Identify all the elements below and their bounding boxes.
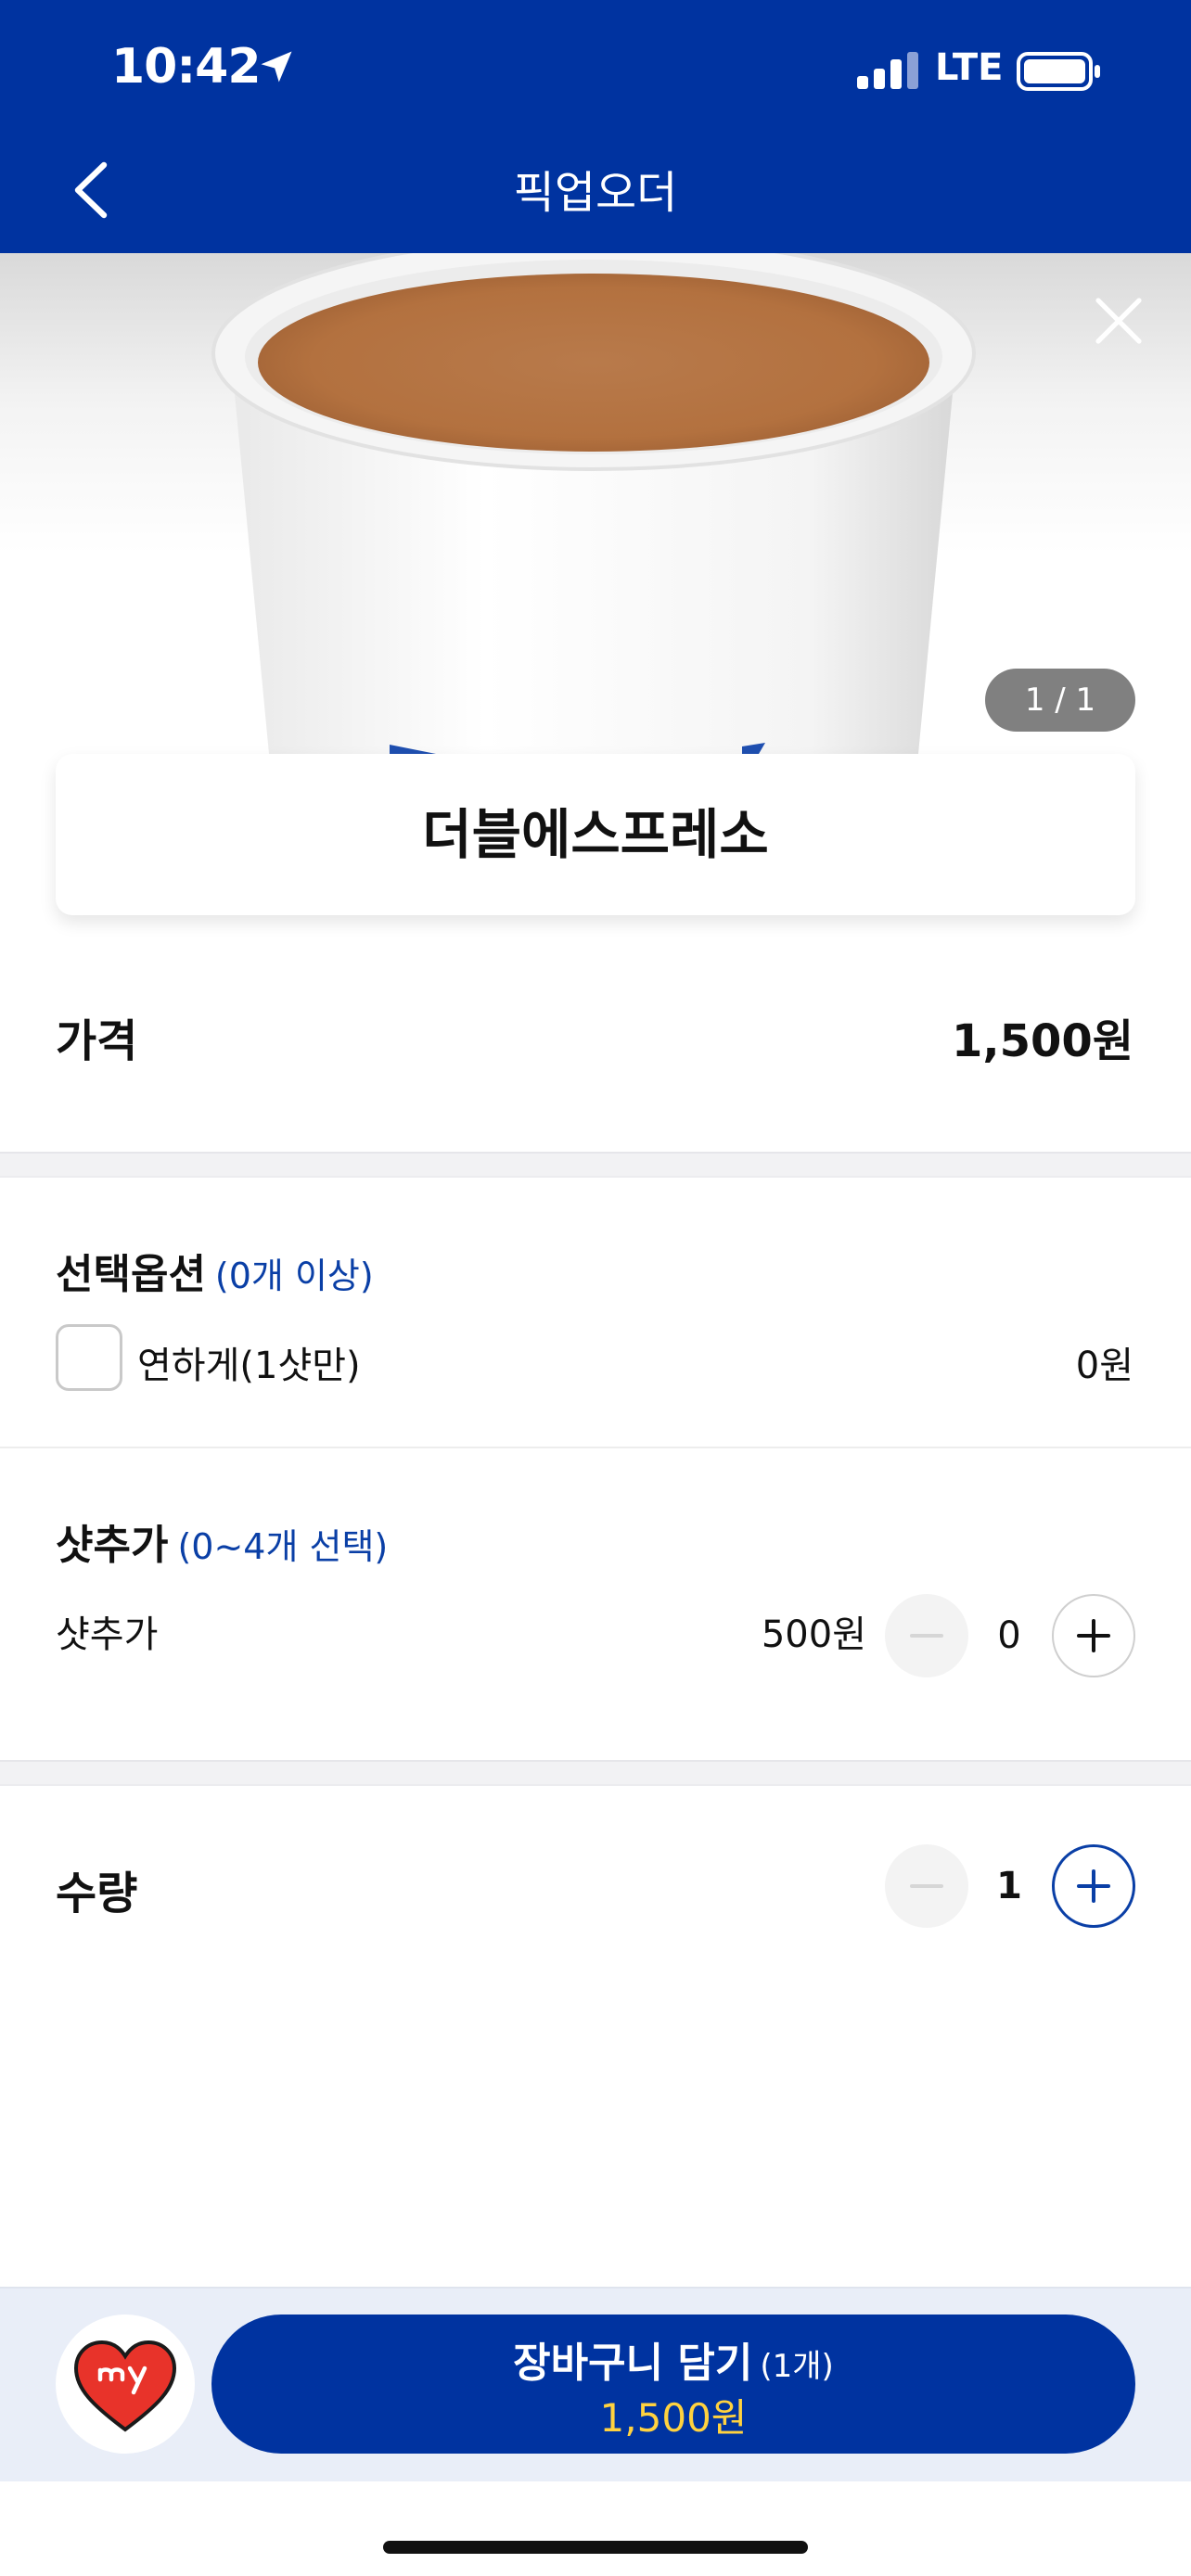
options-section-title: 선택옵션 (0개 이상) <box>56 1241 374 1300</box>
status-time: 10:42 <box>111 39 262 95</box>
app-header: 10:42 LTE 픽업오더 <box>0 0 1191 253</box>
options-title: 선택옵션 <box>56 1251 206 1298</box>
option-divider <box>0 1447 1191 1448</box>
location-arrow-icon <box>261 51 292 83</box>
cart-item-count: (1개) <box>760 2348 834 2385</box>
quantity-plus-button[interactable] <box>1052 1844 1135 1928</box>
close-icon[interactable] <box>1093 295 1145 347</box>
extra-shot-subtitle: (0~4개 선택) <box>177 1526 389 1567</box>
add-to-cart-label: 장바구니 담기 <box>513 2340 753 2387</box>
my-button[interactable] <box>56 2315 195 2454</box>
signal-icon <box>857 52 918 89</box>
quantity-value: 1 <box>996 1865 1022 1907</box>
battery-icon <box>1017 52 1100 91</box>
plus-icon <box>1077 1619 1110 1652</box>
quantity-minus-button[interactable] <box>885 1844 968 1928</box>
option-checkbox-mild[interactable] <box>56 1324 122 1391</box>
price-value: 1,500원 <box>952 1015 1133 1067</box>
network-type: LTE <box>935 46 1004 89</box>
add-to-cart-label-row: 장바구니 담기 (1개) <box>211 2329 1135 2389</box>
section-divider <box>0 1152 1191 1178</box>
extra-shot-section-title: 샷추가 (0~4개 선택) <box>56 1511 388 1571</box>
add-to-cart-button[interactable]: 장바구니 담기 (1개) 1,500원 <box>211 2315 1135 2454</box>
cart-total-price: 1,500원 <box>599 2395 748 2441</box>
price-label: 가격 <box>56 1015 138 1067</box>
minus-icon <box>910 1634 943 1638</box>
image-counter-badge: 1 / 1 <box>985 669 1135 732</box>
extra-shot-price: 500원 <box>761 1613 866 1656</box>
product-name: 더블에스프레소 <box>56 754 1135 915</box>
my-heart-icon <box>73 2340 177 2432</box>
extra-shot-label: 샷추가 <box>56 1613 159 1656</box>
options-subtitle: (0개 이상) <box>214 1256 374 1296</box>
page-title: 픽업오더 <box>513 167 678 219</box>
option-price-mild: 0원 <box>1075 1345 1133 1387</box>
home-indicator[interactable] <box>383 2541 808 2554</box>
option-label-mild[interactable]: 연하게(1샷만) <box>137 1335 361 1389</box>
extra-shot-minus-button[interactable] <box>885 1594 968 1677</box>
extra-shot-title: 샷추가 <box>56 1522 169 1569</box>
plus-icon <box>1077 1869 1110 1903</box>
quantity-label: 수량 <box>56 1868 138 1919</box>
section-divider-2 <box>0 1760 1191 1786</box>
minus-icon <box>910 1884 943 1888</box>
extra-shot-plus-button[interactable] <box>1052 1594 1135 1677</box>
extra-shot-count: 0 <box>997 1614 1021 1657</box>
